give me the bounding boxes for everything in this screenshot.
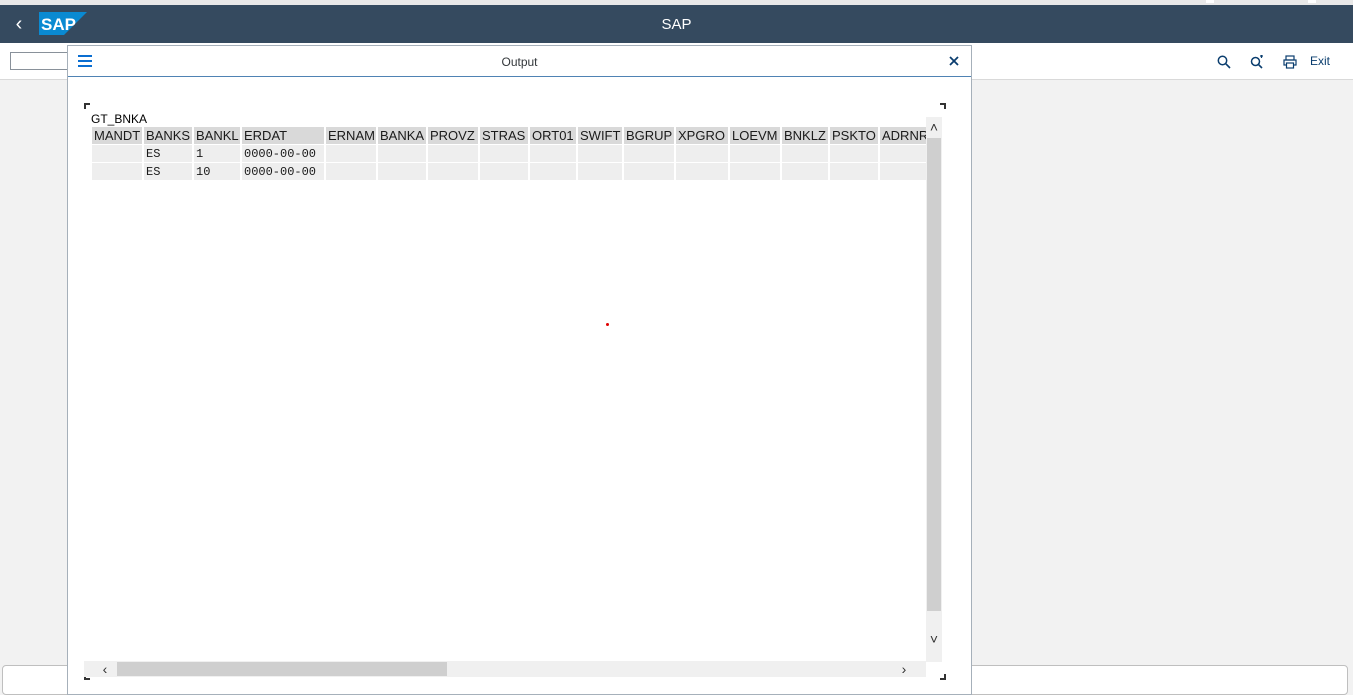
table-cell[interactable] — [730, 145, 780, 162]
column-header[interactable]: ERNAM — [326, 127, 376, 144]
table-cell[interactable] — [830, 163, 878, 180]
column-header[interactable]: BANKS — [144, 127, 192, 144]
column-header[interactable]: ERDAT — [242, 127, 324, 144]
table-viewport: MANDT BANKS BANKL ERDAT ERNAM BANKA PROVZ STRAS… — [92, 126, 926, 661]
table-cell[interactable]: ES — [144, 145, 192, 162]
table-cell[interactable] — [530, 163, 576, 180]
column-header[interactable]: ADRNR — [880, 127, 926, 144]
search-next-icon[interactable] — [1247, 52, 1267, 72]
chevron-right-icon[interactable]: › — [896, 661, 912, 677]
table-cell[interactable] — [92, 145, 142, 162]
table-cell[interactable] — [676, 163, 728, 180]
column-header[interactable]: BGRUP — [624, 127, 674, 144]
column-header[interactable]: SWIFT — [578, 127, 622, 144]
column-header[interactable]: STRAS — [480, 127, 528, 144]
dialog-header: Output — [68, 46, 971, 77]
print-icon[interactable] — [1280, 52, 1300, 72]
table-cell[interactable] — [880, 163, 926, 180]
vertical-scrollbar[interactable]: ˄ ˅ — [926, 117, 942, 662]
table-cell[interactable] — [428, 145, 478, 162]
table-cell[interactable] — [378, 145, 426, 162]
table-cell[interactable] — [326, 145, 376, 162]
table-cell[interactable] — [624, 145, 674, 162]
table-cell[interactable]: 0000-00-00 — [242, 145, 324, 162]
cursor-dot — [606, 323, 609, 326]
table-name: GT_BNKA — [91, 112, 148, 126]
column-header[interactable]: BANKA — [378, 127, 426, 144]
horizontal-scrollbar[interactable]: ‹ › — [84, 661, 926, 677]
chevron-up-icon[interactable]: ˄ — [926, 119, 942, 135]
search-icon[interactable] — [1214, 52, 1234, 72]
column-header[interactable]: PROVZ — [428, 127, 478, 144]
table-cell[interactable]: 0000-00-00 — [242, 163, 324, 180]
table-cell[interactable] — [530, 145, 576, 162]
table-cell[interactable]: 1 — [194, 145, 240, 162]
table-cell[interactable] — [326, 163, 376, 180]
table-body: ES 1 0000-00-00 ES 10 0000-00-00 — [92, 145, 926, 180]
table-cell[interactable] — [480, 163, 528, 180]
frame-corner — [940, 103, 946, 109]
table-row[interactable]: ES 1 0000-00-00 — [92, 145, 926, 162]
table-cell[interactable] — [830, 145, 878, 162]
output-list: GT_BNKA MANDT BANKS BANKL ERDAT ERNAM BANKA PR… — [84, 103, 946, 680]
output-table: MANDT BANKS BANKL ERDAT ERNAM BANKA PROVZ STRAS… — [92, 126, 926, 181]
table-cell[interactable] — [880, 145, 926, 162]
table-row[interactable]: ES 10 0000-00-00 — [92, 163, 926, 180]
dialog-title: Output — [501, 55, 538, 69]
header-row: MANDT BANKS BANKL ERDAT ERNAM BANKA PROVZ STRAS… — [92, 127, 926, 144]
frame-corner — [84, 103, 90, 109]
close-icon[interactable] — [946, 53, 962, 69]
column-header[interactable]: LOEVM — [730, 127, 780, 144]
column-header[interactable]: MANDT — [92, 127, 142, 144]
table-cell[interactable] — [428, 163, 478, 180]
shell-indicator — [1206, 0, 1214, 3]
table-cell[interactable]: ES — [144, 163, 192, 180]
frame-corner — [940, 674, 946, 680]
table-cell[interactable] — [578, 145, 622, 162]
column-header[interactable]: BANKL — [194, 127, 240, 144]
table-cell[interactable] — [480, 145, 528, 162]
table-cell[interactable] — [624, 163, 674, 180]
chevron-left-icon[interactable]: ‹ — [97, 661, 113, 677]
table-cell[interactable] — [578, 163, 622, 180]
column-header[interactable]: PSKTO — [830, 127, 878, 144]
table-cell[interactable] — [782, 145, 828, 162]
table-cell[interactable] — [92, 163, 142, 180]
chevron-down-icon[interactable]: ˅ — [926, 631, 942, 647]
column-header[interactable]: XPGRO — [676, 127, 728, 144]
table-cell[interactable]: 10 — [194, 163, 240, 180]
table-cell[interactable] — [378, 163, 426, 180]
column-header[interactable]: BNKLZ — [782, 127, 828, 144]
column-header[interactable]: ORT01 — [530, 127, 576, 144]
exit-button[interactable]: Exit — [1310, 54, 1330, 68]
shell-bar: ‹ SAP SAP — [0, 0, 1353, 43]
command-field[interactable] — [10, 52, 70, 70]
shell-title: SAP — [661, 16, 692, 33]
table-cell[interactable] — [676, 145, 728, 162]
vertical-scroll-thumb[interactable] — [927, 138, 941, 611]
table-cell[interactable] — [730, 163, 780, 180]
table-cell[interactable] — [782, 163, 828, 180]
output-dialog: Output GT_BNKA MANDT BANKS BANKL ERDAT ERNAM… — [67, 45, 972, 695]
horizontal-scroll-thumb[interactable] — [117, 662, 447, 676]
shell-indicator — [1308, 0, 1316, 3]
